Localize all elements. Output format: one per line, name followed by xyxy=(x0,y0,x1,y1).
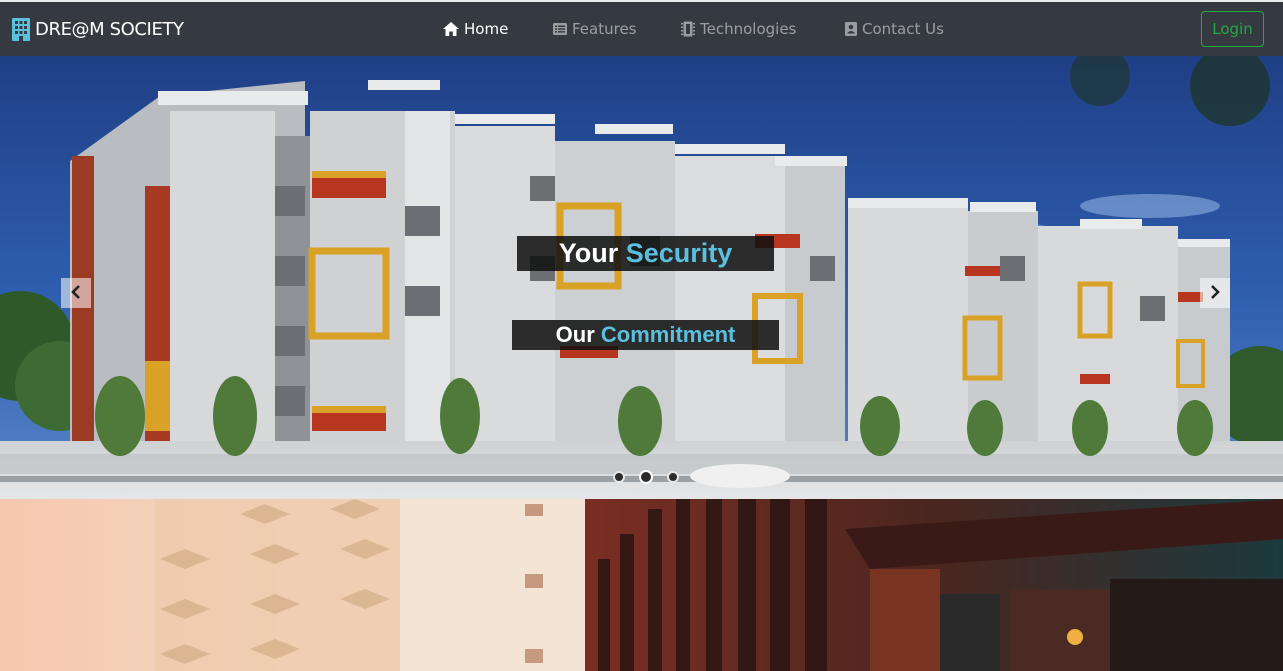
nav-link-contact[interactable]: Contact Us xyxy=(845,18,944,40)
list-icon xyxy=(553,23,567,35)
login-button[interactable]: Login xyxy=(1201,11,1264,47)
caption-lead: Your xyxy=(558,238,626,268)
caption-lead: Our xyxy=(555,322,601,347)
caption-line-1: Your Security xyxy=(517,236,774,271)
buildings-background-image xyxy=(0,499,1283,671)
apartment-building-image xyxy=(0,56,1283,499)
buildings-background-section xyxy=(0,499,1283,671)
nav-link-label: Contact Us xyxy=(862,20,944,38)
nav-link-technologies[interactable]: Technologies xyxy=(681,18,796,40)
nav-link-label: Home xyxy=(464,20,509,38)
nav-link-home[interactable]: Home xyxy=(443,18,508,40)
brand-name: DRE@M SOCIETY xyxy=(35,18,184,40)
carousel-indicator-3[interactable] xyxy=(667,471,679,483)
main-navbar: DRE@M SOCIETY Home Features Technologies… xyxy=(0,2,1283,56)
caption-highlight: Security xyxy=(625,238,733,268)
chevron-right-icon xyxy=(1209,284,1221,303)
carousel-indicator-1[interactable] xyxy=(613,471,625,483)
nav-link-features[interactable]: Features xyxy=(553,18,637,40)
nav-link-label: Technologies xyxy=(700,20,797,38)
carousel-prev-button[interactable] xyxy=(61,278,91,308)
carousel-indicators xyxy=(0,470,1283,484)
carousel-indicator-2[interactable] xyxy=(639,470,653,484)
building-icon xyxy=(11,17,31,41)
microchip-icon xyxy=(681,21,695,37)
chevron-left-icon xyxy=(70,284,82,303)
nav-link-label: Features xyxy=(572,20,637,38)
hero-carousel: Your Security Our Commitment xyxy=(0,56,1283,499)
brand[interactable]: DRE@M SOCIETY xyxy=(11,15,184,43)
address-book-icon xyxy=(845,22,857,36)
home-icon xyxy=(443,22,459,36)
caption-highlight: Commitment xyxy=(600,322,736,347)
carousel-next-button[interactable] xyxy=(1200,278,1230,308)
caption-line-2: Our Commitment xyxy=(512,320,779,350)
